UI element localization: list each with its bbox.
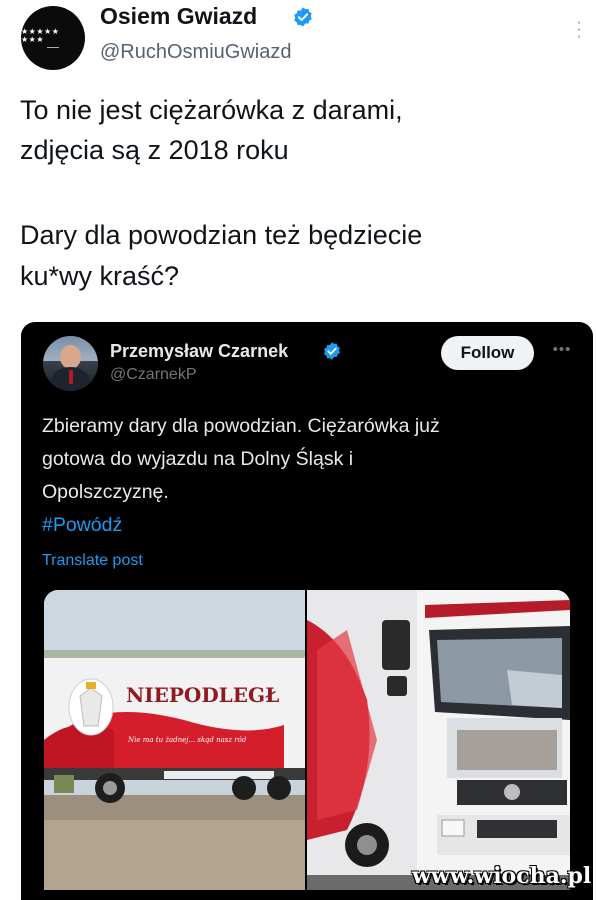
translate-post-link[interactable]: Translate post — [42, 550, 143, 572]
more-options-icon[interactable]: ••• — [548, 340, 576, 360]
outer-handle[interactable]: @RuchOsmiuGwiazd — [100, 39, 291, 65]
inner-avatar[interactable] — [43, 336, 98, 391]
quoted-post-text-line: Zbieramy dary dla powodzian. Ciężarówka … — [42, 415, 440, 437]
quoted-post-card[interactable]: Przemysław Czarnek @CzarnekP Follow ••• … — [21, 322, 593, 900]
hashtag-link[interactable]: #Powódź — [42, 509, 122, 541]
outer-tweet-text-line: Dary dla powodzian też będziecie — [20, 220, 423, 250]
trailer-text: NIEPODLEGŁ — [126, 683, 279, 707]
outer-tweet-text-line: zdjęcia są z 2018 roku — [20, 135, 289, 165]
quoted-post-text-line: Opolszczyznę. — [42, 481, 169, 503]
outer-tweet-text-line: ku*wy kraść? — [20, 261, 180, 291]
verified-badge-icon — [294, 7, 312, 27]
site-watermark: www.wiocha.pl — [412, 863, 592, 889]
follow-button[interactable]: Follow — [441, 336, 534, 370]
verified-badge-icon — [324, 342, 340, 360]
inner-handle[interactable]: @CzarnekP — [110, 364, 197, 386]
avatar-stars: ★★★★★ ★★★ — [21, 26, 60, 44]
outer-display-name[interactable]: Osiem Gwiazd — [100, 0, 257, 32]
quoted-post-text-line: gotowa do wyjazdu na Dolny Śląsk i — [42, 448, 354, 470]
photo-truck-side[interactable]: NIEPODLEGŁ Nie ma tu żadnej... skąd nasz… — [44, 590, 305, 890]
trailer-slogan: Nie ma tu żadnej... skąd nasz ród — [127, 736, 247, 744]
photo-truck-cab[interactable] — [307, 590, 570, 890]
more-options-icon[interactable]: · · · — [569, 13, 589, 44]
inner-display-name[interactable]: Przemysław Czarnek — [110, 339, 288, 363]
outer-avatar[interactable]: ★★★★★ ★★★ ▬▬▬▬ — [21, 6, 85, 70]
outer-tweet-text-line: To nie jest ciężarówka z darami, — [20, 95, 403, 125]
avatar-tiny-text: ▬▬▬▬ — [47, 44, 59, 49]
